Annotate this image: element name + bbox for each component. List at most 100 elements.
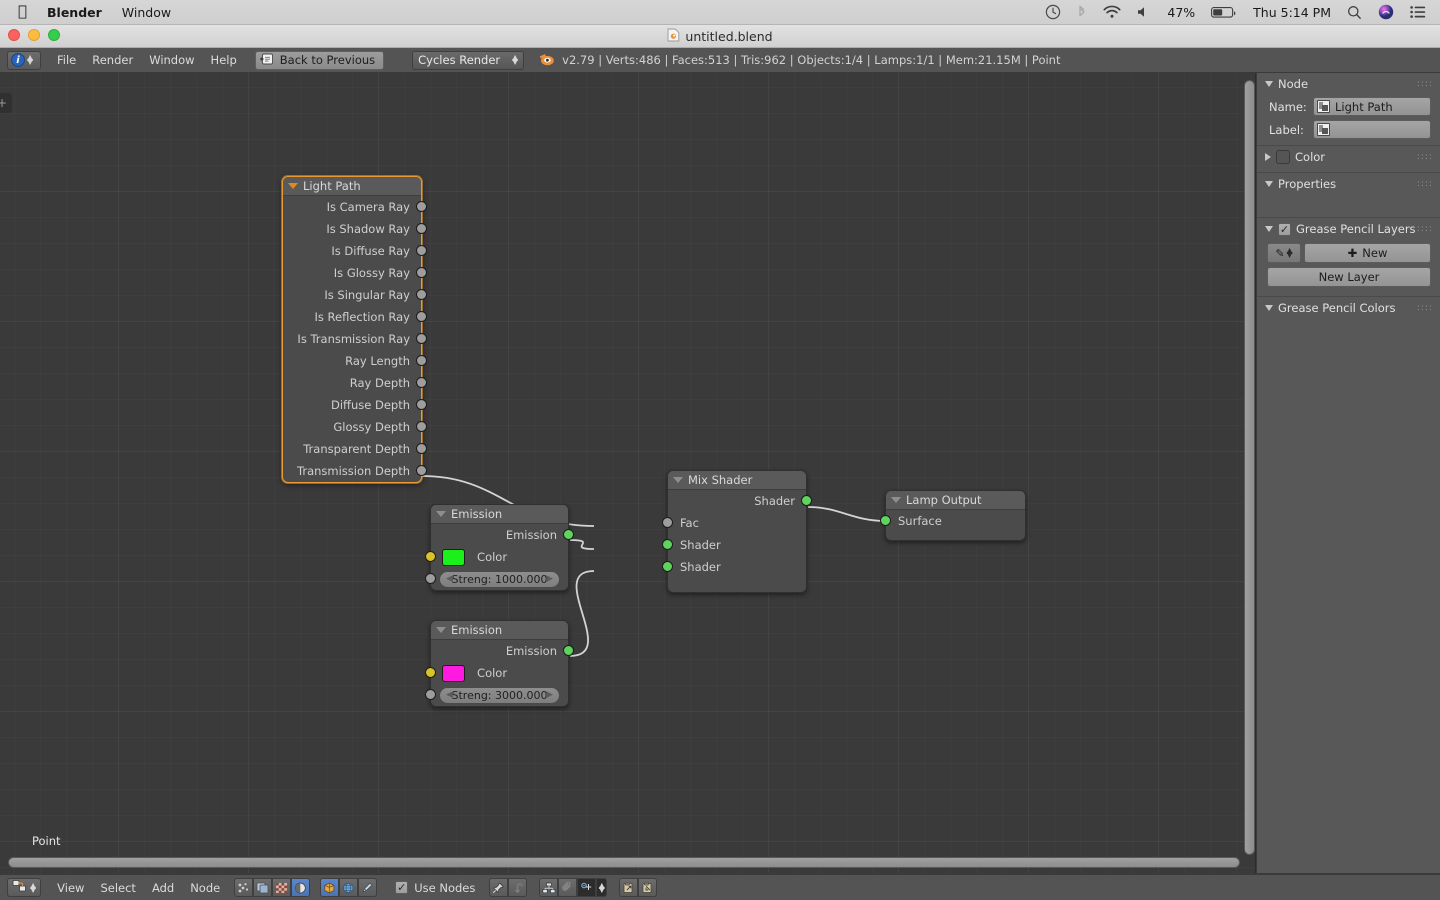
input-socket-color[interactable] xyxy=(425,551,436,562)
strength-field[interactable]: ◀ Streng: 1000.000 ▶ xyxy=(439,570,560,588)
node-output-row[interactable]: Transparent Depth xyxy=(283,438,427,460)
menu-blender[interactable]: Blender xyxy=(47,5,102,20)
world-shader-icon[interactable] xyxy=(291,878,311,897)
panel-header-grease-pencil-colors[interactable]: Grease Pencil Colors :::: xyxy=(1257,297,1440,319)
collapse-triangle-icon[interactable] xyxy=(288,183,298,189)
grease-pencil-brush-selector[interactable]: ✎ ▲ ▼ xyxy=(1267,243,1301,263)
input-socket-strength[interactable] xyxy=(425,573,436,584)
node-output-row[interactable]: Is Glossy Ray xyxy=(283,262,427,284)
chevron-right-icon[interactable] xyxy=(1265,153,1271,161)
node-light-path[interactable]: Light Path Is Camera Ray Is Shadow Ray I… xyxy=(282,176,427,483)
bluetooth-icon[interactable] xyxy=(1077,4,1087,20)
siri-icon[interactable] xyxy=(1378,4,1394,20)
battery-icon[interactable] xyxy=(1211,6,1237,19)
snap-target-icon[interactable] xyxy=(577,878,597,897)
color-checkbox[interactable] xyxy=(1276,150,1290,164)
chevron-down-icon[interactable] xyxy=(1265,81,1273,87)
output-socket-emission[interactable] xyxy=(563,645,574,656)
grip-dots-icon[interactable]: :::: xyxy=(1417,79,1433,89)
notification-center-icon[interactable] xyxy=(1410,5,1426,19)
node-name-field[interactable]: Light Path xyxy=(1313,97,1431,116)
time-machine-icon[interactable] xyxy=(1045,4,1061,20)
output-socket[interactable] xyxy=(416,421,427,432)
back-to-previous-button[interactable]: Back to Previous xyxy=(254,50,385,70)
node-input-row-shader1[interactable]: Shader xyxy=(662,534,806,556)
node-header-lamp-output[interactable]: Lamp Output xyxy=(886,491,1025,510)
node-output-row[interactable]: Ray Length xyxy=(283,350,427,372)
snap-node-icon[interactable] xyxy=(539,878,559,897)
menu-add[interactable]: Add xyxy=(152,881,174,895)
wifi-icon[interactable] xyxy=(1103,5,1121,19)
strength-field[interactable]: ◀ Streng: 3000.000 ▶ xyxy=(439,686,560,704)
copy-icon[interactable] xyxy=(619,878,639,897)
color-swatch[interactable] xyxy=(442,664,466,682)
node-output-row[interactable]: Glossy Depth xyxy=(283,416,427,438)
search-icon[interactable] xyxy=(1347,5,1362,20)
grip-dots-icon[interactable]: :::: xyxy=(1417,224,1433,234)
output-socket[interactable] xyxy=(416,289,427,300)
horizontal-scrollbar[interactable] xyxy=(8,857,1240,868)
node-input-row-strength[interactable]: ◀ Streng: 1000.000 ▶ xyxy=(425,568,568,590)
collapse-triangle-icon[interactable] xyxy=(436,511,446,517)
minimize-window-button[interactable] xyxy=(28,29,40,41)
menu-node[interactable]: Node xyxy=(190,881,220,895)
input-socket-surface[interactable] xyxy=(880,515,891,526)
node-emission-magenta[interactable]: Emission Emission Color ◀ Streng: 3000.0… xyxy=(425,620,574,707)
chevron-updown-icon[interactable]: ▲ ▼ xyxy=(599,881,605,893)
snap-target-dropdown[interactable]: ▲ ▼ xyxy=(596,878,608,897)
node-output-row[interactable]: Emission xyxy=(431,640,574,662)
node-output-row[interactable]: Is Singular Ray xyxy=(283,284,427,306)
use-nodes-toggle[interactable]: ✓ Use Nodes xyxy=(395,881,475,895)
go-to-parent-icon[interactable] xyxy=(508,878,528,897)
node-output-row[interactable]: Transmission Depth xyxy=(283,460,427,482)
grip-dots-icon[interactable]: :::: xyxy=(1417,152,1433,162)
node-input-row-shader2[interactable]: Shader xyxy=(662,556,806,578)
menu-select[interactable]: Select xyxy=(100,881,135,895)
node-output-row[interactable]: Is Transmission Ray xyxy=(283,328,427,350)
menu-window[interactable]: Window xyxy=(149,53,194,67)
output-socket[interactable] xyxy=(416,377,427,388)
node-output-row[interactable]: Diffuse Depth xyxy=(283,394,427,416)
chevron-updown-icon[interactable]: ▲ ▼ xyxy=(30,881,36,893)
output-socket[interactable] xyxy=(416,201,427,212)
collapse-triangle-icon[interactable] xyxy=(891,497,901,503)
node-header-light-path[interactable]: Light Path xyxy=(283,177,421,196)
new-grease-pencil-button[interactable]: ✚ New xyxy=(1304,243,1431,263)
proportional-edit-icon[interactable] xyxy=(558,878,578,897)
node-input-row-color[interactable]: Color xyxy=(425,546,568,568)
node-output-row[interactable]: Is Reflection Ray xyxy=(283,306,427,328)
collapse-triangle-icon[interactable] xyxy=(673,477,683,483)
decrement-arrow-icon[interactable]: ◀ xyxy=(446,574,453,584)
menu-file[interactable]: File xyxy=(57,53,76,67)
panel-header-color[interactable]: Color :::: xyxy=(1257,146,1440,168)
grease-pencil-layers-checkbox[interactable]: ✓ xyxy=(1278,222,1291,236)
menu-bar-clock[interactable]: Thu 5:14 PM xyxy=(1253,5,1331,20)
menu-render[interactable]: Render xyxy=(92,53,133,67)
linestyle-icon[interactable] xyxy=(358,878,378,897)
chevron-down-icon[interactable] xyxy=(1265,181,1273,187)
output-socket[interactable] xyxy=(416,333,427,344)
node-output-row[interactable]: Emission xyxy=(431,524,574,546)
use-nodes-checkbox[interactable]: ✓ xyxy=(395,881,409,894)
output-socket[interactable] xyxy=(416,443,427,454)
menu-window[interactable]: Window xyxy=(122,5,171,20)
pin-icon[interactable] xyxy=(489,878,509,897)
input-socket-fac[interactable] xyxy=(662,517,673,528)
input-socket-color[interactable] xyxy=(425,667,436,678)
panel-header-grease-pencil-layers[interactable]: ✓ Grease Pencil Layers :::: xyxy=(1257,218,1440,240)
render-engine-dropdown[interactable]: Cycles Render ▲ ▼ xyxy=(412,50,525,70)
chevron-down-icon[interactable] xyxy=(1265,226,1273,232)
vertical-scrollbar[interactable] xyxy=(1244,80,1255,855)
input-socket-shader[interactable] xyxy=(662,561,673,572)
apple-icon[interactable]:  xyxy=(18,3,27,19)
node-lamp-output[interactable]: Lamp Output Surface xyxy=(880,490,1026,541)
node-mix-shader[interactable]: Mix Shader Shader Fac Shader Shader xyxy=(662,470,812,593)
output-socket[interactable] xyxy=(416,465,427,476)
panel-header-properties[interactable]: Properties :::: xyxy=(1257,173,1440,195)
output-socket[interactable] xyxy=(416,399,427,410)
node-output-row[interactable]: Shader xyxy=(668,490,812,512)
input-socket-shader[interactable] xyxy=(662,539,673,550)
node-output-row[interactable]: Is Shadow Ray xyxy=(283,218,427,240)
collapse-triangle-icon[interactable] xyxy=(436,627,446,633)
editor-type-selector-info[interactable]: i ▲ ▼ xyxy=(7,50,41,70)
